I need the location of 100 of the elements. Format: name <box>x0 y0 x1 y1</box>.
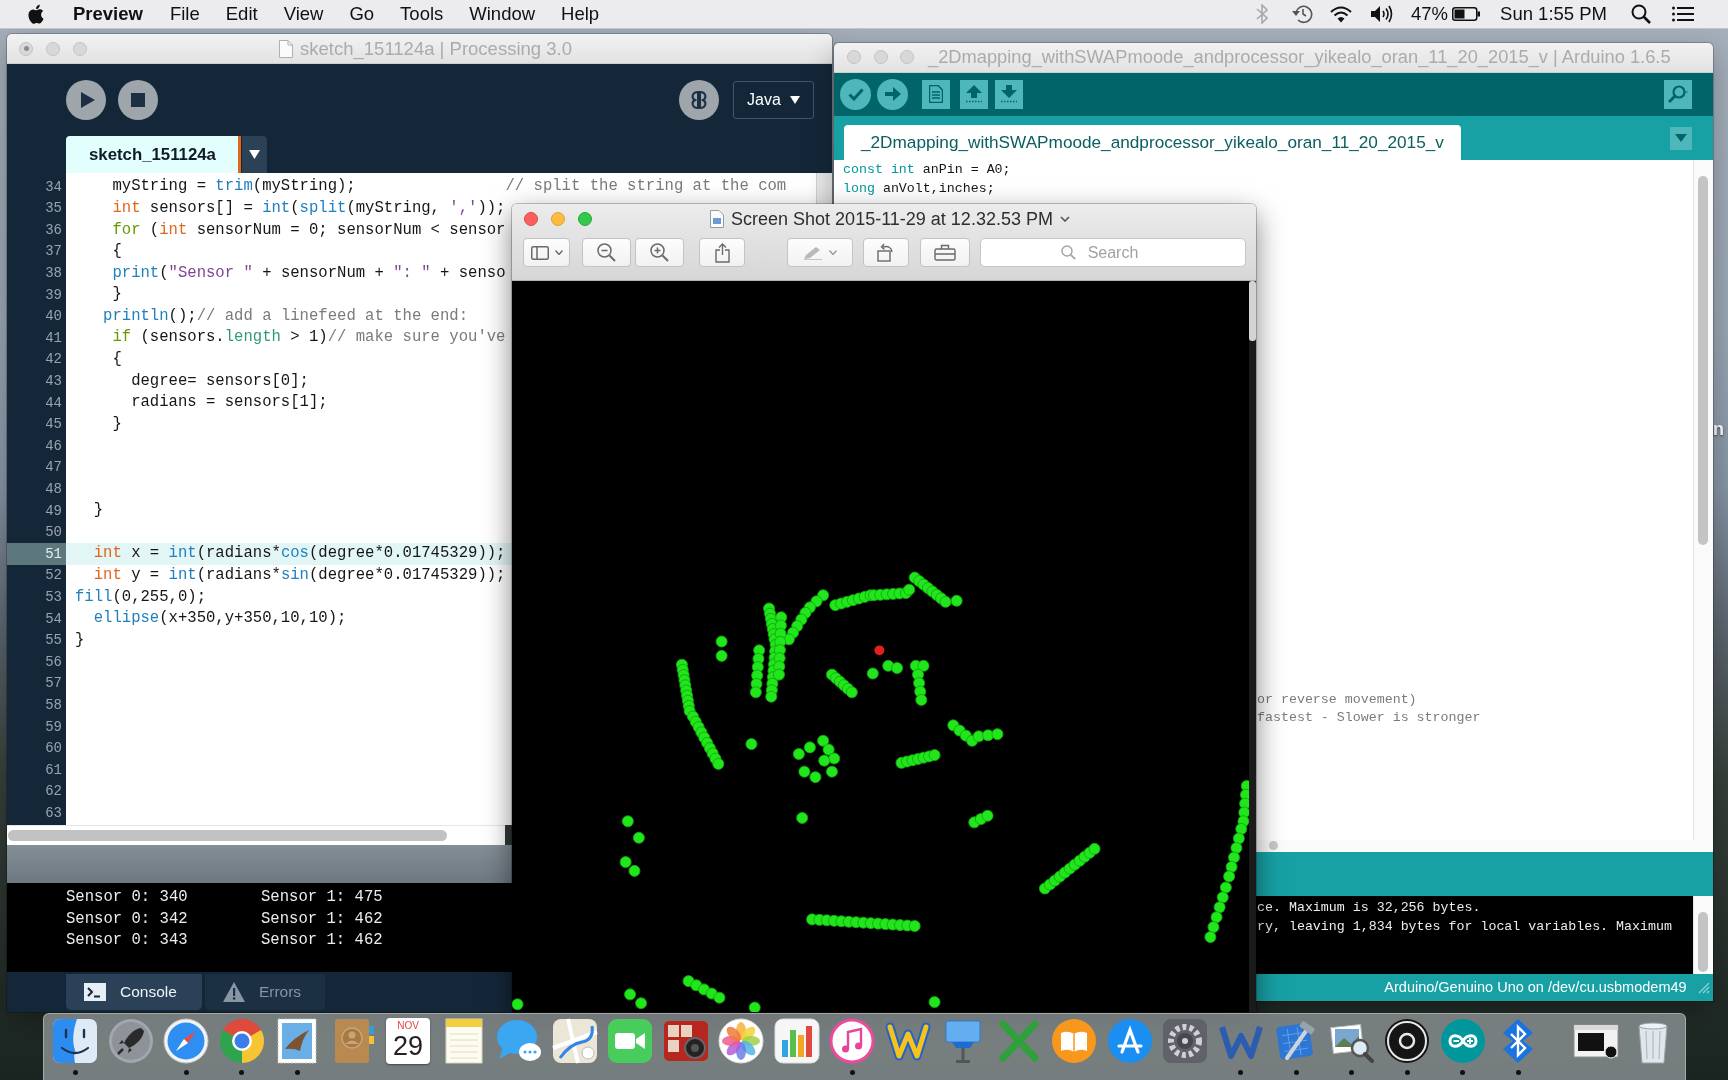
search-icon[interactable] <box>1631 4 1651 24</box>
serial-monitor-button[interactable] <box>1663 80 1692 109</box>
compass-icon[interactable] <box>163 1018 209 1064</box>
gear-icon[interactable] <box>1162 1018 1208 1064</box>
segmented-circle-icon[interactable] <box>218 1018 265 1064</box>
rocket-icon[interactable] <box>107 1018 154 1064</box>
circle-logo-icon[interactable] <box>1384 1018 1430 1064</box>
scrollbar-track[interactable] <box>1249 281 1256 1012</box>
menu-clock[interactable]: Sun 1:55 PM <box>1500 3 1607 25</box>
close-button[interactable] <box>19 41 33 56</box>
menu-item[interactable]: Go <box>349 3 375 25</box>
open-book-icon[interactable] <box>1051 1018 1097 1064</box>
line-number: 48 <box>45 481 62 497</box>
code-line: print("Sensor " + sensorNum + ": " + senso <box>112 263 506 283</box>
sidebar-button[interactable] <box>523 238 570 267</box>
clock-arrow-icon[interactable] <box>1291 4 1313 24</box>
new-sketch-button[interactable] <box>922 80 950 109</box>
menu-item[interactable]: Tools <box>400 3 444 25</box>
scrollbar-thumb[interactable] <box>1249 281 1256 341</box>
line-number: 43 <box>45 373 62 390</box>
app-menu[interactable]: Preview <box>73 3 143 25</box>
console-line: Sensor 1: 475 <box>261 888 383 907</box>
panel-tab[interactable]: Errors <box>204 974 326 1010</box>
menu-item[interactable]: Help <box>561 3 600 25</box>
scrollbar-track[interactable] <box>1692 160 1713 840</box>
code-line: } <box>112 285 122 304</box>
battery-percentage: 47% <box>1411 3 1449 25</box>
music-note-icon[interactable] <box>829 1018 875 1064</box>
tab-menu-button[interactable] <box>241 136 267 173</box>
video-camera-icon[interactable] <box>607 1018 653 1064</box>
scrollbar-thumb[interactable] <box>1268 841 1278 851</box>
editor-tab[interactable]: _2Dmapping_withSWAPmoode_andprocessor_yikealo_oran_11_20_2015_v <box>844 125 1461 160</box>
code-line: ellipse(x+350,y+350,10,10); <box>93 609 347 628</box>
console-line: Sensor 1: 462 <box>261 909 383 928</box>
apple-icon[interactable] <box>27 4 44 24</box>
close-button[interactable] <box>524 212 538 226</box>
menu-item[interactable]: File <box>169 3 200 25</box>
calendar-icon[interactable]: NOV 29 <box>386 1018 430 1064</box>
scrollbar-thumb[interactable] <box>8 830 447 841</box>
line-number: 63 <box>45 804 62 821</box>
speaker-icon[interactable] <box>1370 5 1394 23</box>
photo-strip-icon[interactable] <box>662 1018 709 1064</box>
rotate-button[interactable] <box>863 238 909 267</box>
scrollbar-track[interactable] <box>816 173 832 204</box>
editor-tab[interactable]: sketch_151124a <box>66 136 241 173</box>
map-icon[interactable] <box>551 1018 598 1064</box>
share-button[interactable] <box>699 238 745 267</box>
terminal-icon <box>84 983 106 1001</box>
zoom-button[interactable] <box>578 212 592 226</box>
scrollbar-track[interactable] <box>7 825 505 845</box>
bluetooth-icon[interactable] <box>1256 4 1268 24</box>
upload-button[interactable] <box>877 79 908 110</box>
flower-icon[interactable] <box>718 1018 764 1064</box>
verify-button[interactable] <box>840 79 871 110</box>
list-icon[interactable] <box>1672 6 1694 22</box>
panel-tab[interactable]: Console <box>66 974 202 1010</box>
arrow-up-icon <box>965 85 982 104</box>
line-number: 54 <box>45 610 62 627</box>
stop-button[interactable] <box>118 80 158 120</box>
smiling-face-icon[interactable] <box>52 1018 98 1064</box>
line-number: 47 <box>45 459 62 476</box>
markup-button[interactable] <box>787 238 853 267</box>
mode-selector[interactable]: Java <box>733 81 814 119</box>
bar-chart-icon[interactable] <box>773 1018 820 1064</box>
menu-item[interactable]: Edit <box>225 3 258 25</box>
menu-item[interactable]: Window <box>469 3 536 25</box>
letter-a-icon[interactable] <box>1106 1018 1153 1064</box>
battery-icon[interactable] <box>1452 7 1481 21</box>
search-icon <box>1061 245 1076 260</box>
line-number: 37 <box>45 243 62 260</box>
zoom-out-icon <box>597 243 616 262</box>
code-line: } <box>93 501 104 520</box>
center-point <box>874 645 885 656</box>
search-field[interactable]: Search <box>980 238 1246 267</box>
magnifier-icon <box>1667 85 1688 104</box>
run-button[interactable] <box>66 80 106 120</box>
wifi-icon[interactable] <box>1330 5 1352 23</box>
butterfly-icon <box>689 90 709 110</box>
zoom-out-button[interactable] <box>582 238 631 267</box>
stop-icon <box>131 93 145 107</box>
debug-button[interactable] <box>679 80 719 120</box>
line-number: 56 <box>45 653 62 670</box>
console-line: Sensor 0: 340 <box>66 888 188 907</box>
scrollbar-thumb[interactable] <box>1697 912 1708 972</box>
infinity-logo-icon[interactable] <box>1439 1018 1486 1064</box>
line-number: 45 <box>45 416 62 433</box>
arrow-right-icon <box>884 87 901 102</box>
speech-bubble-icon[interactable] <box>496 1018 542 1064</box>
code-line: if (sensors.length > 1)// make sure you've <box>112 328 506 348</box>
toolbox-button[interactable] <box>920 238 970 267</box>
bird-stamp-icon[interactable] <box>274 1018 320 1064</box>
pen-icon <box>803 245 823 260</box>
zoom-in-button[interactable] <box>635 238 684 267</box>
code-line: or reverse movement) <box>1257 691 1417 708</box>
save-button[interactable] <box>994 80 1023 109</box>
open-button[interactable] <box>959 80 988 109</box>
scrollbar-thumb[interactable] <box>1697 176 1708 545</box>
menu-item[interactable]: View <box>283 3 324 25</box>
line-number: 42 <box>45 351 62 368</box>
line-number: 52 <box>45 567 62 584</box>
